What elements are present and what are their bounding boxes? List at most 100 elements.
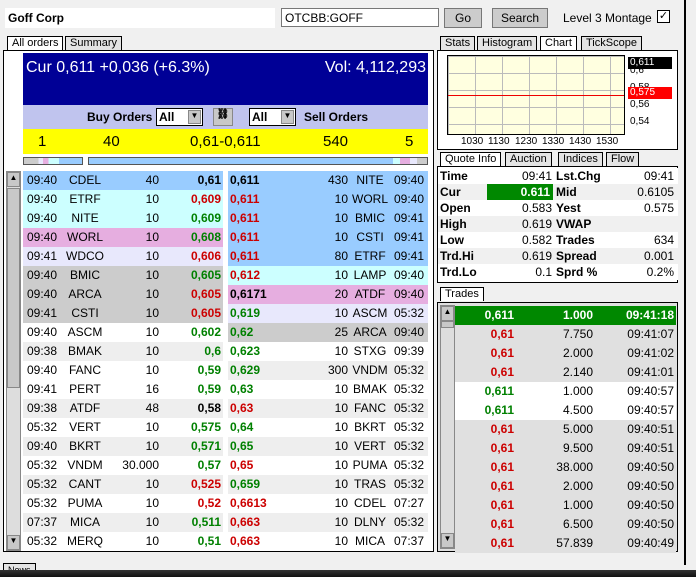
ask-row[interactable]: 0,611 430 NITE 09:40 (228, 171, 428, 190)
ask-row[interactable]: 0,612 10 LAMP 09:40 (228, 266, 428, 285)
scroll-thumb[interactable] (7, 188, 20, 388)
ask-price: 0,611 (230, 211, 260, 225)
level3-checkbox[interactable]: ✓ (657, 10, 670, 23)
bid-row[interactable]: 05:32 CANT 10 0,525 (23, 475, 223, 494)
tab-trades[interactable]: Trades (440, 287, 484, 301)
ask-price: 0,611 (230, 173, 260, 187)
bid-row[interactable]: 09:41 PERT 16 0,59 (23, 380, 223, 399)
trade-row: 0,611 1.000 09:41:18 (455, 306, 676, 325)
bid-row[interactable]: 07:37 MICA 10 0,511 (23, 513, 223, 532)
ask-row[interactable]: 0,63 10 BMAK 05:32 (228, 380, 428, 399)
bid-time: 09:38 (27, 344, 58, 358)
scroll-down-icon[interactable]: ▼ (441, 533, 454, 548)
bid-row[interactable]: 09:41 WDCO 10 0,606 (23, 247, 223, 266)
trade-row: 0,61 2.000 09:40:50 (455, 477, 676, 496)
bid-price: 0,605 (190, 306, 221, 320)
bid-row[interactable]: 09:40 ARCA 10 0,605 (23, 285, 223, 304)
ask-price: 0,62 (230, 325, 254, 339)
ask-row[interactable]: 0,663 10 DLNY 05:32 (228, 513, 428, 532)
ask-row[interactable]: 0,65 10 PUMA 05:32 (228, 456, 428, 475)
ask-row[interactable]: 0,611 10 BMIC 09:41 (228, 209, 428, 228)
bid-mm: ARCA (68, 287, 102, 301)
tab-chart[interactable]: Chart (540, 36, 577, 50)
ask-row[interactable]: 0,611 80 ETRF 09:41 (228, 247, 428, 266)
scroll-down-icon[interactable]: ▼ (7, 535, 20, 550)
bid-row[interactable]: 09:38 BMAK 10 0,6 (23, 342, 223, 361)
bid-price: 0,57 (197, 458, 221, 472)
bid-row[interactable]: 09:41 CSTI 10 0,605 (23, 304, 223, 323)
quote-value: 09:41 (521, 169, 552, 183)
ask-row[interactable]: 0,663 10 MICA 07:37 (228, 532, 428, 551)
tab-all-orders[interactable]: All orders (7, 36, 64, 50)
bid-row[interactable]: 09:40 WORL 10 0,608 (23, 228, 223, 247)
sell-filter-select[interactable]: All ▼ (249, 108, 296, 126)
bid-row[interactable]: 09:40 BKRT 10 0,571 (23, 437, 223, 456)
ask-size: 540 (323, 133, 349, 150)
tab-auction[interactable]: Auction (505, 152, 552, 166)
scroll-thumb[interactable] (441, 321, 454, 328)
ask-row[interactable]: 0,62 25 ARCA 09:40 (228, 323, 428, 342)
bid-row[interactable]: 09:40 ETRF 10 0,609 (23, 190, 223, 209)
ask-price: 0,612 (230, 268, 261, 282)
trade-time: 09:40:57 (627, 403, 674, 417)
bid-row[interactable]: 09:40 FANC 10 0,59 (23, 361, 223, 380)
trade-row: 0,61 9.500 09:40:51 (455, 439, 676, 458)
ask-row[interactable]: 0,65 10 VERT 05:32 (228, 437, 428, 456)
quote-label: High (440, 217, 467, 231)
go-button[interactable]: Go (444, 8, 482, 28)
ask-row[interactable]: 0,6613 10 CDEL 07:27 (228, 494, 428, 513)
tab-quote-info[interactable]: Quote Info (440, 152, 502, 166)
ask-row[interactable]: 0,629 300 VNDM 05:32 (228, 361, 428, 380)
orders-scrollbar[interactable]: ▲ ▼ (6, 171, 21, 551)
bid-size: 10 (145, 249, 159, 263)
ask-time: 09:40 (393, 325, 424, 339)
ask-row[interactable]: 0,611 10 WORL 09:40 (228, 190, 428, 209)
ask-mm: BMIC (355, 211, 385, 225)
bid-row[interactable]: 09:40 BMIC 10 0,605 (23, 266, 223, 285)
scroll-up-icon[interactable]: ▲ (441, 306, 454, 321)
search-button[interactable]: Search (492, 8, 548, 28)
buy-filter-select[interactable]: All ▼ (156, 108, 203, 126)
ask-count: 5 (405, 133, 414, 150)
tab-flow[interactable]: Flow (606, 152, 640, 166)
tab-stats[interactable]: Stats (440, 36, 476, 50)
trade-size: 2.000 (562, 479, 593, 493)
trade-size: 1.000 (562, 308, 593, 322)
trade-time: 09:40:50 (627, 498, 674, 512)
ask-price: 0,6171 (230, 287, 267, 301)
bid-row[interactable]: 05:32 PUMA 10 0,52 (23, 494, 223, 513)
trade-price: 0,61 (490, 517, 514, 531)
ask-row[interactable]: 0,623 10 STXG 09:39 (228, 342, 428, 361)
tab-summary[interactable]: Summary (65, 36, 123, 50)
bid-row[interactable]: 09:40 ASCM 10 0,602 (23, 323, 223, 342)
ask-row[interactable]: 0,63 10 FANC 05:32 (228, 399, 428, 418)
ask-row[interactable]: 0,619 10 ASCM 05:32 (228, 304, 428, 323)
ask-time: 09:40 (393, 173, 424, 187)
ask-time: 05:32 (393, 382, 424, 396)
ask-row[interactable]: 0,611 10 CSTI 09:41 (228, 228, 428, 247)
tab-tickscope[interactable]: TickScope (581, 36, 642, 50)
ask-size: 10 (334, 382, 348, 396)
quote-label: Mid (556, 185, 577, 199)
scroll-up-icon[interactable]: ▲ (7, 172, 20, 187)
ask-row[interactable]: 0,6171 20 ATDF 09:40 (228, 285, 428, 304)
link-icon[interactable]: ⛓ (213, 108, 233, 126)
bid-row[interactable]: 09:38 ATDF 48 0,58 (23, 399, 223, 418)
ask-row[interactable]: 0,659 10 TRAS 05:32 (228, 475, 428, 494)
quote-value: 0.619 (521, 217, 552, 231)
bid-row[interactable]: 09:40 CDEL 40 0,61 (23, 171, 223, 190)
bid-size: 10 (145, 230, 159, 244)
symbol-input[interactable]: OTCBB:GOFF (281, 8, 439, 27)
sell-filter-value: All (252, 110, 268, 124)
bid-row[interactable]: 09:40 NITE 10 0,609 (23, 209, 223, 228)
ask-row[interactable]: 0,64 10 BKRT 05:32 (228, 418, 428, 437)
bid-row[interactable]: 05:32 MERQ 10 0,51 (23, 532, 223, 551)
bid-size: 10 (145, 325, 159, 339)
tab-histogram[interactable]: Histogram (477, 36, 538, 50)
bid-row[interactable]: 05:32 VERT 10 0,575 (23, 418, 223, 437)
trades-scrollbar[interactable]: ▲ ▼ (440, 305, 455, 549)
tab-indices[interactable]: Indices (558, 152, 603, 166)
ask-price: 0,663 (230, 534, 261, 548)
bid-row[interactable]: 05:32 VNDM 30.000 0,57 (23, 456, 223, 475)
bid-time: 09:41 (27, 306, 58, 320)
